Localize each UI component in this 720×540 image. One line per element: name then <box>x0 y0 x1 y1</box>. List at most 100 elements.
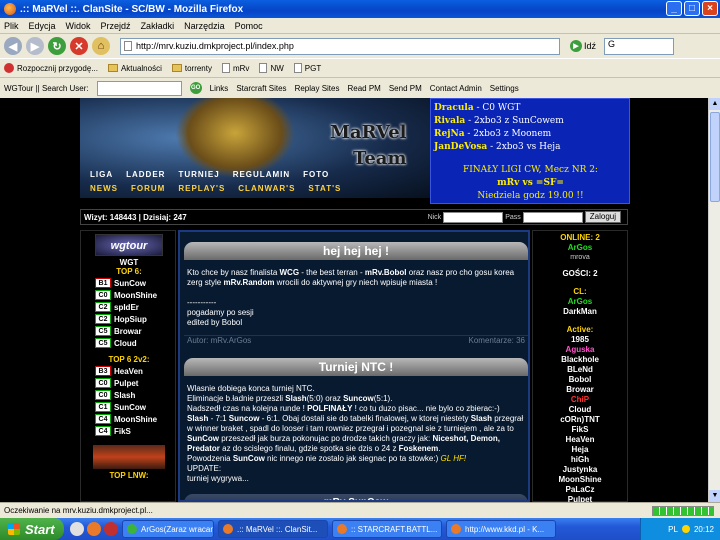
active-user[interactable]: PaLaCz <box>533 485 627 495</box>
forward-icon[interactable]: ▶ <box>26 37 44 55</box>
reload-icon[interactable]: ↻ <box>48 37 66 55</box>
window-titlebar[interactable]: .:: MaRVel ::. ClanSite - SC/BW - Mozill… <box>0 0 720 18</box>
active-user[interactable]: Pulpet <box>533 495 627 502</box>
list-item[interactable]: C2 spIdEr <box>95 301 177 313</box>
firefox-icon[interactable] <box>87 522 101 536</box>
post-title[interactable]: mRv SunCow <box>184 494 528 500</box>
list-item[interactable]: C0 Pulpet <box>95 377 177 389</box>
taskbar-item-kkd[interactable]: http://www.kkd.pl - K... <box>446 520 556 538</box>
list-item[interactable]: B1 SunCow <box>95 277 177 289</box>
go-button[interactable]: ▶ Idź <box>570 40 596 52</box>
list-item[interactable]: C5 Browar <box>95 325 177 337</box>
menu-plik[interactable]: Plik <box>4 21 19 31</box>
home-icon[interactable]: ⌂ <box>92 37 110 55</box>
toolbar-contact-admin[interactable]: Contact Admin <box>430 84 482 93</box>
desktop-icon[interactable] <box>70 522 84 536</box>
active-user[interactable]: Justynka <box>533 465 627 475</box>
active-user[interactable]: Blackhole <box>533 355 627 365</box>
nav-stats[interactable]: STAT'S <box>308 184 341 193</box>
active-user[interactable]: FikS <box>533 425 627 435</box>
nav-clanwars[interactable]: CLANWAR'S <box>238 184 295 193</box>
active-user[interactable]: cORn)TNT <box>533 415 627 425</box>
bookmark-mrv[interactable]: mRv <box>221 63 249 73</box>
list-item[interactable]: C0 Slash <box>95 389 177 401</box>
toolbar-replay-sites[interactable]: Replay Sites <box>295 84 340 93</box>
list-item[interactable]: C5 Cloud <box>95 337 177 349</box>
bookmark-torrenty[interactable]: torrenty <box>171 64 212 73</box>
lnw-banner-image[interactable] <box>93 445 165 469</box>
list-item[interactable]: B3 HeaVen <box>95 365 177 377</box>
active-user[interactable]: Aguska <box>533 345 627 355</box>
bookmark-nw[interactable]: NW <box>259 63 284 73</box>
post-comments-link[interactable]: Komentarze: 36 <box>469 336 525 347</box>
scroll-up-icon[interactable]: ▲ <box>709 98 720 110</box>
toolbar-settings[interactable]: Settings <box>490 84 519 93</box>
active-user[interactable]: Browar <box>533 385 627 395</box>
nav-turniej[interactable]: TURNIEJ <box>178 170 219 179</box>
page-scrollbar[interactable]: ▲ ▼ <box>708 98 720 502</box>
active-user[interactable]: Heja <box>533 445 627 455</box>
menu-edycja[interactable]: Edycja <box>29 21 56 31</box>
menu-widok[interactable]: Widok <box>66 21 91 31</box>
menu-zakladki[interactable]: Zakładki <box>141 21 175 31</box>
toolbar-read-pm[interactable]: Read PM <box>347 84 380 93</box>
opera-icon[interactable] <box>104 522 118 536</box>
pass-input[interactable] <box>522 211 583 223</box>
menu-narzedzia[interactable]: Narzędzia <box>184 21 225 31</box>
cl-user[interactable]: DarkMan <box>533 307 627 317</box>
nav-forum[interactable]: FORUM <box>131 184 165 193</box>
post-author[interactable]: Autor: mRv.ArGos <box>187 336 251 347</box>
list-item[interactable]: C4 MoonShine <box>95 413 177 425</box>
wgtour-logo[interactable]: wgtour <box>95 234 163 256</box>
menu-przejdz[interactable]: Przejdź <box>101 21 131 31</box>
active-user[interactable]: HeaVen <box>533 435 627 445</box>
taskbar-item-gadu[interactable]: ArGos(Zaraz wracam)... <box>122 520 214 538</box>
nav-news[interactable]: NEWS <box>90 184 118 193</box>
menu-pomoc[interactable]: Pomoc <box>235 21 263 31</box>
online-user[interactable]: mrova <box>533 253 627 263</box>
post-title[interactable]: hej hej hej ! <box>184 242 528 260</box>
search-input[interactable]: G <box>604 37 675 55</box>
scroll-thumb[interactable] <box>710 112 720 202</box>
list-item[interactable]: C0 MoonShine <box>95 289 177 301</box>
bookmark-rozpocznij[interactable]: Rozpocznij przygodę... <box>4 63 98 73</box>
nav-ladder[interactable]: LADDER <box>126 170 165 179</box>
list-item[interactable]: C2 HopSiup <box>95 313 177 325</box>
nav-liga[interactable]: LIGA <box>90 170 113 179</box>
nick-input[interactable] <box>443 211 504 223</box>
bookmark-pgt[interactable]: PGT <box>293 63 321 73</box>
bookmark-aktualnosci[interactable]: Aktualności <box>107 64 162 73</box>
nav-replays[interactable]: REPLAY'S <box>178 184 225 193</box>
back-icon[interactable]: ◀ <box>4 37 22 55</box>
nav-foto[interactable]: FOTO <box>303 170 329 179</box>
online-user[interactable]: ArGos <box>533 243 627 253</box>
cl-user[interactable]: ArGos <box>533 297 627 307</box>
post-title[interactable]: Turniej NTC ! <box>184 358 528 376</box>
go-icon[interactable]: GO <box>189 82 202 94</box>
toolbar-starcraft-sites[interactable]: Starcraft Sites <box>236 84 286 93</box>
stop-icon[interactable]: ✕ <box>70 37 88 55</box>
nav-regulamin[interactable]: REGULAMIN <box>233 170 290 179</box>
minimize-button[interactable]: _ <box>666 1 682 16</box>
toolbar-links[interactable]: Links <box>210 84 229 93</box>
list-item[interactable]: C1 SunCow <box>95 401 177 413</box>
list-item[interactable]: C4 FikS <box>95 425 177 437</box>
taskbar-item-marvel[interactable]: .:: MaRVel ::. ClanSit... <box>218 520 328 538</box>
active-user[interactable]: ChiP <box>533 395 627 405</box>
taskbar-item-starcraft[interactable]: :: STARCRAFT.BATTL... <box>332 520 442 538</box>
tray-icon[interactable] <box>681 525 690 533</box>
toolbar-send-pm[interactable]: Send PM <box>389 84 422 93</box>
search-user-select[interactable] <box>96 80 182 96</box>
active-user[interactable]: BLeNd <box>533 365 627 375</box>
close-button[interactable]: × <box>702 1 718 16</box>
login-button[interactable]: Zaloguj <box>584 211 621 223</box>
language-indicator[interactable]: PL <box>668 525 678 534</box>
active-user[interactable]: Bobol <box>533 375 627 385</box>
active-user[interactable]: hiGh <box>533 455 627 465</box>
active-user[interactable]: MoonShine <box>533 475 627 485</box>
start-button[interactable]: Start <box>0 518 64 540</box>
active-user[interactable]: Cloud <box>533 405 627 415</box>
scroll-down-icon[interactable]: ▼ <box>709 490 720 502</box>
maximize-button[interactable]: □ <box>684 1 700 16</box>
url-bar[interactable]: http://mrv.kuziu.dmkproject.pl/index.php <box>120 37 560 55</box>
